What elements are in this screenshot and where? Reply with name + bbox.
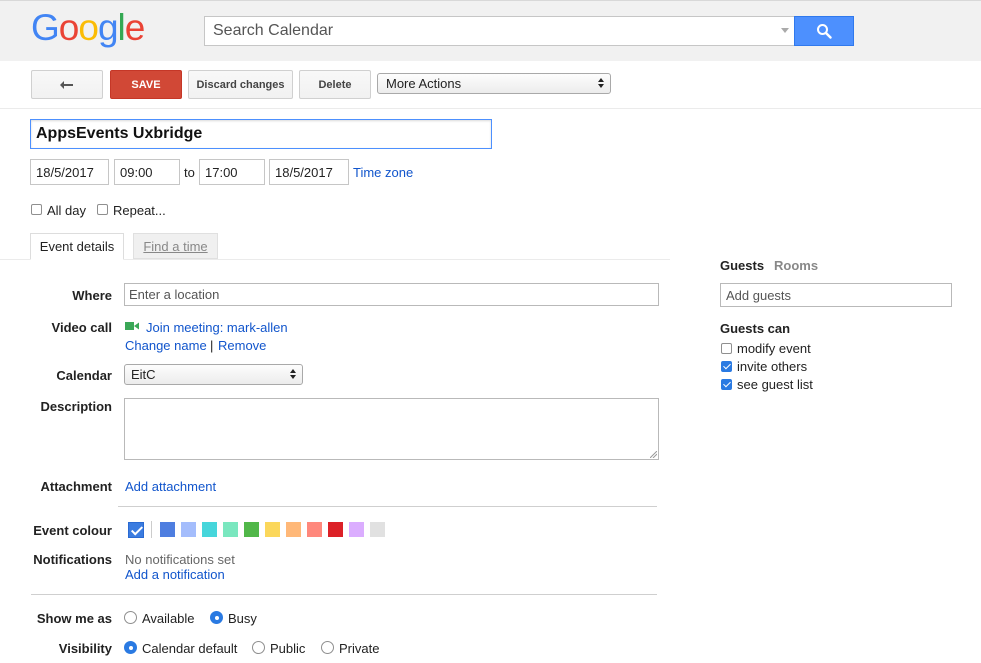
invite-others-checkbox[interactable] xyxy=(721,361,732,372)
time-zone-link[interactable]: Time zone xyxy=(353,165,413,180)
divider xyxy=(118,506,657,507)
delete-button[interactable]: Delete xyxy=(299,70,371,99)
video-call-label: Video call xyxy=(51,320,112,335)
available-radio[interactable] xyxy=(124,611,137,624)
divider xyxy=(0,108,981,109)
colour-swatch[interactable] xyxy=(181,522,196,537)
remove-link[interactable]: Remove xyxy=(218,338,266,353)
to-label: to xyxy=(184,165,195,180)
chevron-down-icon[interactable] xyxy=(781,28,789,33)
start-date-field[interactable] xyxy=(30,159,109,185)
repeat-checkbox[interactable] xyxy=(97,204,108,215)
search-icon xyxy=(817,24,832,39)
logo-letter: g xyxy=(97,7,119,48)
add-guests-input[interactable] xyxy=(720,283,952,307)
logo-letter: o xyxy=(58,7,80,48)
select-arrows-icon xyxy=(290,369,297,380)
busy-label[interactable]: Busy xyxy=(228,611,257,626)
video-camera-icon xyxy=(125,322,139,330)
description-label: Description xyxy=(40,399,112,414)
colour-swatch[interactable] xyxy=(223,522,238,537)
google-logo[interactable]: Google xyxy=(31,7,146,48)
see-guest-list-checkbox[interactable] xyxy=(721,379,732,390)
rooms-tab[interactable]: Rooms xyxy=(774,258,818,273)
discard-changes-button[interactable]: Discard changes xyxy=(188,70,293,99)
tab-event-details[interactable]: Event details xyxy=(30,233,124,260)
colour-swatch[interactable] xyxy=(202,522,217,537)
private-radio[interactable] xyxy=(321,641,334,654)
calendar-default-label[interactable]: Calendar default xyxy=(142,641,237,656)
change-name-link[interactable]: Change name xyxy=(125,338,207,353)
no-notifications-text: No notifications set xyxy=(125,552,235,567)
search-box[interactable] xyxy=(204,16,795,46)
logo-letter: e xyxy=(124,7,146,48)
available-label[interactable]: Available xyxy=(142,611,195,626)
attachment-label: Attachment xyxy=(40,479,112,494)
link-separator: | xyxy=(210,338,214,353)
colour-swatch[interactable] xyxy=(244,522,259,537)
colour-swatch[interactable] xyxy=(370,522,385,537)
colour-separator xyxy=(151,521,152,538)
busy-radio[interactable] xyxy=(210,611,223,624)
save-button[interactable]: SAVE xyxy=(110,70,182,99)
modify-event-checkbox[interactable] xyxy=(721,343,732,354)
more-actions-label: More Actions xyxy=(386,76,462,91)
resize-grip-icon[interactable] xyxy=(650,451,657,458)
end-date-field[interactable] xyxy=(269,159,349,185)
colour-swatch[interactable] xyxy=(328,522,343,537)
colour-swatch[interactable] xyxy=(286,522,301,537)
calendar-select[interactable]: EitC xyxy=(124,364,303,385)
select-arrows-icon xyxy=(598,78,605,89)
guests-tab[interactable]: Guests xyxy=(720,258,764,273)
private-label[interactable]: Private xyxy=(339,641,379,656)
show-me-as-label: Show me as xyxy=(36,611,112,626)
all-day-checkbox[interactable] xyxy=(31,204,42,215)
logo-letter: o xyxy=(78,7,99,48)
modify-event-label[interactable]: modify event xyxy=(737,341,811,356)
start-time-field[interactable] xyxy=(114,159,180,185)
add-notification-link[interactable]: Add a notification xyxy=(125,567,225,582)
calendar-label: Calendar xyxy=(56,368,112,383)
back-button[interactable] xyxy=(31,70,103,99)
colour-swatch[interactable] xyxy=(160,522,175,537)
colour-swatch[interactable] xyxy=(349,522,364,537)
visibility-label: Visibility xyxy=(58,641,112,656)
notifications-label: Notifications xyxy=(33,552,112,567)
tab-find-a-time[interactable]: Find a time xyxy=(133,233,218,259)
divider xyxy=(31,594,657,595)
see-guest-list-label[interactable]: see guest list xyxy=(737,377,813,392)
more-actions-select[interactable]: More Actions xyxy=(377,73,611,94)
event-colour-label: Event colour xyxy=(33,523,112,538)
join-meeting-link[interactable]: Join meeting: mark-allen xyxy=(146,320,288,335)
all-day-label[interactable]: All day xyxy=(47,203,86,218)
where-label: Where xyxy=(72,288,112,303)
invite-others-label[interactable]: invite others xyxy=(737,359,807,374)
calendar-default-radio[interactable] xyxy=(124,641,137,654)
end-time-field[interactable] xyxy=(199,159,265,185)
calendar-select-value: EitC xyxy=(131,367,156,382)
repeat-label[interactable]: Repeat... xyxy=(113,203,166,218)
logo-letter: G xyxy=(31,7,60,48)
search-button[interactable] xyxy=(794,16,854,46)
selected-colour-swatch[interactable] xyxy=(128,522,144,538)
where-input[interactable] xyxy=(124,283,659,306)
add-attachment-link[interactable]: Add attachment xyxy=(125,479,216,494)
search-input[interactable] xyxy=(205,17,765,45)
description-textarea[interactable] xyxy=(124,398,659,460)
public-label[interactable]: Public xyxy=(270,641,305,656)
colour-swatch[interactable] xyxy=(265,522,280,537)
logo-letter: l xyxy=(117,7,126,48)
back-arrow-icon xyxy=(60,80,73,89)
colour-swatch[interactable] xyxy=(307,522,322,537)
event-title-input[interactable] xyxy=(30,119,492,149)
public-radio[interactable] xyxy=(252,641,265,654)
guests-can-heading: Guests can xyxy=(720,321,791,336)
